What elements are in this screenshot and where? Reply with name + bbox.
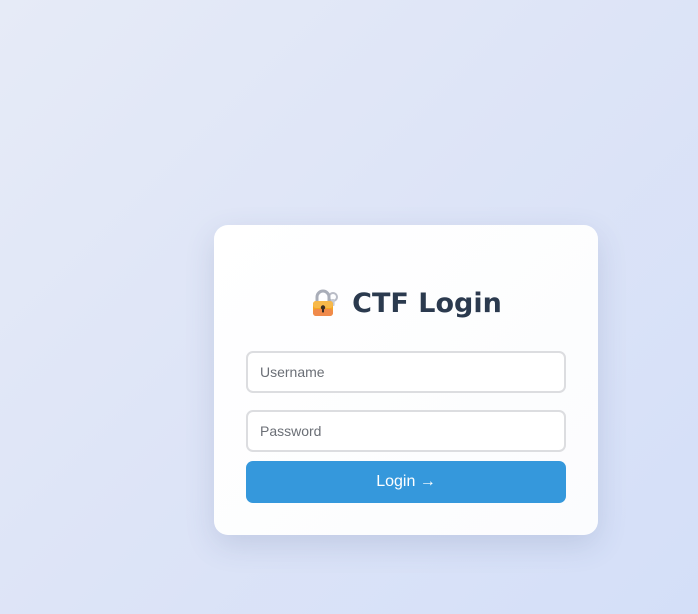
login-button[interactable]: Login → — [246, 461, 566, 503]
password-input[interactable] — [246, 410, 566, 452]
login-header: CTF Login — [214, 285, 598, 321]
page-title: CTF Login — [352, 287, 502, 319]
lock-icon — [310, 288, 340, 318]
username-input[interactable] — [246, 351, 566, 393]
login-card: CTF Login Login → — [214, 225, 598, 535]
